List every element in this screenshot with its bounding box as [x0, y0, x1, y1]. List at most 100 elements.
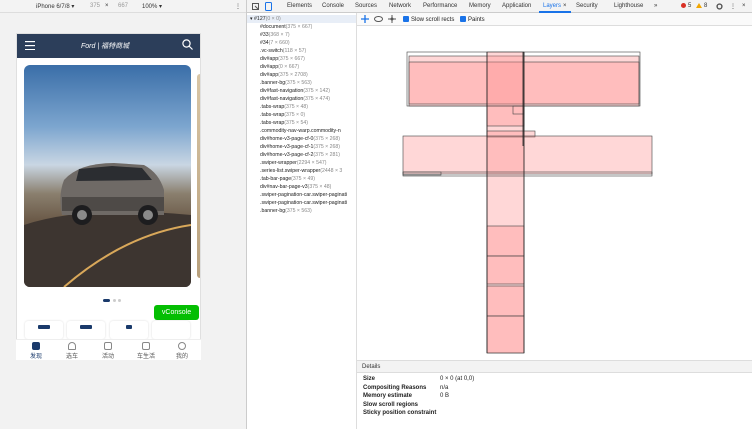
- layer-name: ▾ #127: [250, 16, 266, 22]
- layer-tree-item[interactable]: .banner-bg(375 × 563): [260, 80, 312, 86]
- layer-rect: [486, 225, 525, 257]
- layer-name: div#home-v3-page-cf-2: [260, 152, 314, 158]
- layer-name: div#home-v3-page-cf-1: [260, 144, 314, 150]
- layer-tree-item[interactable]: div#fast-navigation(375 × 474): [260, 96, 330, 102]
- layer-size: (2448 × 3: [320, 168, 343, 174]
- layer-tree-item[interactable]: div#home-v3-page-cf-0(375 × 268): [260, 136, 340, 142]
- layer-tree-item[interactable]: div#nav-bar-page-v3(375 × 48): [260, 184, 331, 190]
- hero-banner[interactable]: [24, 65, 191, 287]
- device-toggle-icon[interactable]: [265, 2, 272, 11]
- zoom-select[interactable]: 100% ▾: [142, 3, 162, 10]
- tab-console[interactable]: Console: [322, 3, 344, 9]
- layer-name: div#app: [260, 72, 279, 78]
- layer-tree-item[interactable]: #document(375 × 667): [260, 24, 312, 30]
- layer-size: (375 × 48): [307, 184, 332, 190]
- width-input[interactable]: 375: [90, 3, 100, 9]
- layers-3d-canvas[interactable]: [357, 26, 752, 360]
- more-tabs-icon[interactable]: »: [654, 3, 657, 9]
- layer-size: (375 × 268): [313, 136, 341, 142]
- quick-card[interactable]: [25, 321, 63, 339]
- pan-mode-icon[interactable]: [361, 15, 369, 23]
- quick-card[interactable]: [67, 321, 105, 339]
- detail-key: Slow scroll regions: [363, 401, 419, 408]
- tab-layers[interactable]: Layers: [543, 3, 561, 9]
- layer-size: (375 × 667): [278, 56, 305, 62]
- error-count[interactable]: 5: [688, 3, 691, 9]
- layer-tree-item[interactable]: .commodity-nav-warp.commodity-n: [260, 128, 341, 134]
- inspect-icon[interactable]: [252, 3, 259, 10]
- layer-tree-item[interactable]: .vc-switch(118 × 57): [260, 48, 306, 54]
- layer-tree-item[interactable]: .tabs-wrap(375 × 48): [260, 104, 308, 110]
- layer-name: .series-list.swiper-wrapper: [260, 168, 321, 174]
- details-tab[interactable]: Details: [357, 361, 752, 373]
- layer-name: #33: [260, 32, 269, 38]
- quick-card[interactable]: [110, 321, 148, 339]
- layer-name: .vc-switch: [260, 48, 283, 54]
- layer-name: .swiper-pagination-car.swiper-paginati: [260, 200, 348, 206]
- reset-transform-icon[interactable]: [388, 15, 396, 23]
- search-icon[interactable]: [182, 39, 193, 50]
- tab-car-life[interactable]: 车生活: [132, 342, 160, 360]
- warning-count[interactable]: 8: [704, 3, 707, 9]
- tab-elements[interactable]: Elements: [287, 3, 312, 9]
- layer-tree-item[interactable]: .swiper-pagination-car.swiper-paginati: [260, 200, 347, 206]
- layer-tree-item[interactable]: div#app(0 × 667): [260, 64, 299, 70]
- tab-application[interactable]: Application: [502, 3, 531, 9]
- gear-icon[interactable]: [716, 3, 723, 10]
- close-devtools-icon[interactable]: ×: [742, 3, 746, 9]
- tab-discover[interactable]: 发现: [22, 342, 50, 360]
- layer-tree-item[interactable]: .tabs-wrap(375 × 0): [260, 112, 305, 118]
- tab-events[interactable]: 活动: [94, 342, 122, 360]
- layer-size: (375 × 54): [284, 120, 309, 126]
- tab-memory[interactable]: Memory: [469, 3, 491, 9]
- devtools-tabbar: Elements Console Sources Network Perform…: [247, 0, 752, 13]
- home-icon: [32, 342, 40, 350]
- layer-tree-item[interactable]: .tabs-wrap(375 × 54): [260, 120, 308, 126]
- tab-choose-car[interactable]: 选车: [58, 342, 86, 360]
- layer-name: div#app: [260, 64, 279, 70]
- layer-tree-item[interactable]: .series-list.swiper-wrapper(2448 × 3: [260, 168, 342, 174]
- more-options-icon[interactable]: ⋮: [730, 3, 736, 10]
- layer-tree-item[interactable]: ▾ #127(0 × 0): [250, 16, 281, 22]
- layer-tree: ▾ #127(0 × 0) #document(375 × 667) #33(368…: [247, 13, 357, 429]
- layer-name: .tabs-wrap: [260, 104, 285, 110]
- layer-name: .tab-bar-page: [260, 176, 292, 182]
- tab-sources[interactable]: Sources: [355, 3, 377, 9]
- layer-tree-item[interactable]: .swiper-pagination-car.swiper-paginati: [260, 192, 347, 198]
- detail-value: 0 B: [440, 393, 450, 399]
- layer-size: (375 × 667): [285, 24, 313, 30]
- tab-lighthouse[interactable]: Lighthouse: [614, 3, 643, 9]
- vconsole-button[interactable]: vConsole: [154, 305, 199, 320]
- layer-size: (375 × 474): [303, 96, 330, 102]
- tab-profile[interactable]: 我的: [168, 342, 196, 360]
- layer-tree-item[interactable]: div#home-v3-page-cf-1(375 × 268): [260, 144, 340, 150]
- rotate-mode-icon[interactable]: [374, 15, 383, 23]
- layer-tree-item[interactable]: .swiper-wrapper(2294 × 547): [260, 160, 326, 166]
- tab-performance[interactable]: Performance: [423, 3, 457, 9]
- slow-scroll-checkbox[interactable]: Slow scroll rects: [403, 16, 454, 23]
- close-layers-tab-icon[interactable]: ×: [563, 3, 567, 9]
- layer-size: (375 × 281): [313, 152, 341, 158]
- layer-size: (375 × 563): [285, 80, 312, 86]
- layer-tree-item[interactable]: div#fast-navigation(375 × 142): [260, 88, 330, 94]
- layer-visualization[interactable]: [357, 26, 752, 360]
- layer-size: (375 × 48): [284, 104, 309, 110]
- quick-card[interactable]: [152, 321, 190, 339]
- tab-security[interactable]: Security: [576, 3, 598, 9]
- menu-icon[interactable]: [25, 41, 35, 50]
- height-input[interactable]: 667: [118, 3, 128, 9]
- layer-tree-item[interactable]: div#app(375 × 667): [260, 56, 305, 62]
- tab-network[interactable]: Network: [389, 3, 411, 9]
- paints-checkbox[interactable]: Paints: [460, 16, 485, 23]
- layer-name: .commodity-nav-warp.commodity-n: [260, 128, 341, 134]
- layer-tree-item[interactable]: .tab-bar-page(375 × 49): [260, 176, 315, 182]
- device-select[interactable]: iPhone 6/7/8 ▾: [36, 3, 74, 10]
- layer-tree-item[interactable]: div#home-v3-page-cf-2(375 × 281): [260, 152, 340, 158]
- details-panel: Details Size 0 × 0 (at 0,0) Compositing Re…: [357, 360, 752, 429]
- layer-size: (0 × 667): [278, 64, 300, 70]
- layer-tree-item[interactable]: div#app(375 × 2708): [260, 72, 308, 78]
- layer-tree-item[interactable]: #34(7 × 660): [260, 40, 290, 46]
- layer-tree-item[interactable]: #33(368 × 7): [260, 32, 290, 38]
- more-options-icon[interactable]: ⋮: [235, 3, 241, 10]
- layer-tree-item[interactable]: .banner-bg(375 × 563): [260, 208, 312, 214]
